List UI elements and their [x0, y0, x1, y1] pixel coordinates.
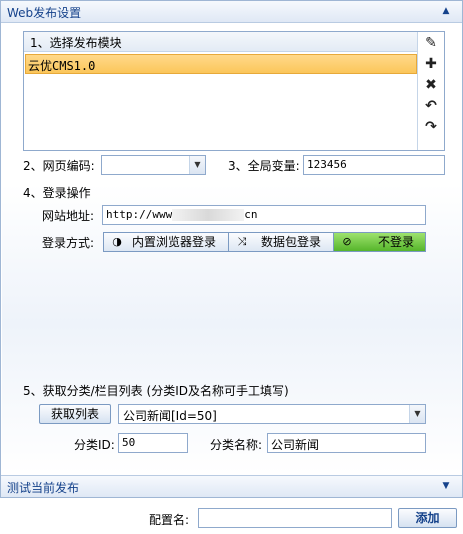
module-list-header: 1、选择发布模块	[24, 32, 417, 52]
site-url-input[interactable]: http://www cn	[102, 205, 426, 225]
site-url-prefix: http://www	[106, 208, 173, 221]
plus-icon[interactable]: ✚	[423, 56, 439, 72]
category-title: 5、获取分类/栏目列表	[23, 384, 143, 398]
no-login-button[interactable]: ⊘ 不登录	[334, 233, 425, 251]
category-selected: 公司新闻[Id=50]	[123, 409, 217, 423]
redo-icon[interactable]: ↷	[423, 119, 439, 135]
chevron-down-icon[interactable]: ▼	[189, 156, 205, 174]
expand-icon[interactable]: ▼	[440, 479, 452, 493]
login-section-title: 4、登录操作	[23, 186, 91, 200]
category-hint: (分类ID及名称可手工填写)	[146, 384, 289, 398]
browser-icon: ◑	[112, 235, 122, 248]
panel-title: Web发布设置	[7, 6, 82, 20]
delete-icon[interactable]: ✖	[423, 77, 439, 93]
site-url-label: 网站地址:	[42, 209, 95, 223]
config-name-input[interactable]	[198, 508, 392, 528]
module-item-label: 云优CMS1.0	[28, 59, 96, 73]
login-method-group: ◑ 内置浏览器登录 ⤨ 数据包登录 ⊘ 不登录	[103, 232, 426, 252]
encoding-select[interactable]: ▼	[101, 155, 206, 175]
module-list[interactable]: 云优CMS1.0	[24, 53, 417, 150]
packet-login-button[interactable]: ⤨ 数据包登录	[229, 233, 334, 251]
collapse-icon[interactable]: ▲	[440, 4, 452, 18]
module-box: 1、选择发布模块 云优CMS1.0 ✎ ✚ ✖ ↶ ↷	[23, 31, 445, 151]
test-publish-header[interactable]: 测试当前发布 ▼	[1, 475, 462, 497]
category-id-input[interactable]: 50	[118, 433, 188, 453]
encoding-label: 2、网页编码:	[23, 159, 95, 173]
panel-header: Web发布设置 ▲	[1, 1, 462, 23]
category-section-title: 5、获取分类/栏目列表 (分类ID及名称可手工填写)	[23, 382, 289, 399]
undo-icon[interactable]: ↶	[423, 98, 439, 114]
category-name-label: 分类名称:	[210, 438, 263, 452]
login-method-row: ◑ 内置浏览器登录 ⤨ 数据包登录 ⊘ 不登录	[2, 232, 461, 252]
url-redaction	[172, 209, 245, 221]
no-login-label: 不登录	[378, 235, 415, 249]
category-select[interactable]: 公司新闻[Id=50] ▼	[118, 404, 426, 424]
add-button[interactable]: 添加	[398, 508, 457, 528]
fetch-list-button[interactable]: 获取列表	[39, 404, 111, 424]
no-entry-icon: ⊘	[342, 235, 352, 248]
category-id-label: 分类ID:	[74, 438, 115, 452]
category-name-input[interactable]: 公司新闻	[267, 433, 426, 453]
test-publish-title: 测试当前发布	[7, 481, 80, 495]
packet-login-label: 数据包登录	[261, 235, 322, 249]
module-section-title: 1、选择发布模块	[30, 36, 122, 50]
chevron-down-icon[interactable]: ▼	[409, 405, 425, 423]
panel-body: 1、选择发布模块 云优CMS1.0 ✎ ✚ ✖ ↶ ↷ 2、网页编码: ▼ 3、…	[2, 24, 461, 474]
pencil-icon[interactable]: ✎	[423, 35, 439, 51]
global-var-label: 3、全局变量:	[228, 159, 300, 173]
web-publish-panel: Web发布设置 ▲ 1、选择发布模块 云优CMS1.0 ✎ ✚ ✖ ↶ ↷ 2、…	[0, 0, 463, 498]
global-var-input[interactable]: 123456	[303, 155, 445, 175]
module-list-item[interactable]: 云优CMS1.0	[25, 54, 417, 74]
site-url-suffix: cn	[244, 208, 258, 221]
shuffle-icon: ⤨	[237, 235, 247, 248]
config-name-label: 配置名:	[149, 513, 190, 527]
builtin-browser-login-button[interactable]: ◑ 内置浏览器登录	[104, 233, 229, 251]
module-toolbar: ✎ ✚ ✖ ↶ ↷	[417, 32, 444, 150]
builtin-browser-login-label: 内置浏览器登录	[132, 235, 217, 249]
